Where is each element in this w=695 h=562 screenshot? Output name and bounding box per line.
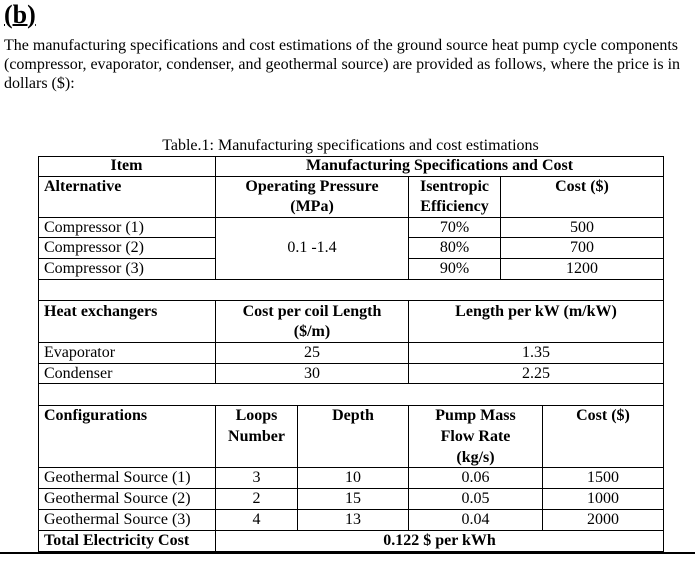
geothermal-loops: 2 — [252, 490, 261, 507]
table-border-right — [663, 156, 664, 552]
geothermal-flow: 0.04 — [461, 511, 490, 528]
header-group: Manufacturing Specifications and Cost — [305, 157, 574, 174]
geothermal-flow: 0.05 — [461, 490, 490, 507]
exchanger-name: Evaporator — [44, 344, 116, 361]
col-flow-line3: (kg/s) — [456, 449, 495, 466]
geothermal-loops: 4 — [252, 511, 261, 528]
col-pressure-line2: (MPa) — [290, 198, 334, 215]
compressor-name: Compressor (2) — [44, 239, 144, 256]
geothermal-cost: 2000 — [587, 511, 619, 528]
col-length-per-kw: Length per kW (m/kW) — [455, 303, 617, 320]
compressor-efficiency: 90% — [439, 260, 470, 277]
col-configurations: Configurations — [44, 407, 148, 424]
col-compressor-cost: Cost ($) — [555, 178, 609, 195]
bottom-rule — [0, 552, 695, 554]
col-geothermal-cost: Cost ($) — [576, 407, 630, 424]
compressor-efficiency: 70% — [439, 219, 470, 236]
h-divider — [38, 279, 664, 280]
exchanger-length-per-kw: 2.25 — [522, 365, 550, 382]
exchanger-length-per-kw: 1.35 — [522, 344, 550, 361]
h-divider — [38, 300, 664, 301]
compressor-cost: 700 — [570, 239, 594, 256]
compressor-name: Compressor (3) — [44, 260, 144, 277]
geothermal-depth: 15 — [345, 490, 361, 507]
col-flow-line1: Pump Mass — [435, 407, 516, 424]
col-coil-cost-line1: Cost per coil Length — [242, 303, 382, 320]
compressor-cost: 1200 — [566, 260, 598, 277]
geothermal-name: Geothermal Source (3) — [44, 511, 191, 528]
geothermal-cost: 1000 — [587, 490, 619, 507]
col-depth: Depth — [332, 407, 374, 424]
col-flow-line2: Flow Rate — [440, 428, 511, 445]
col-heat-exchangers: Heat exchangers — [44, 303, 158, 320]
col-loops-line2: Number — [228, 428, 285, 445]
col-coil-cost-line2: ($/m) — [293, 323, 331, 340]
geothermal-depth: 13 — [345, 511, 361, 528]
geothermal-name: Geothermal Source (1) — [44, 469, 191, 486]
col-pressure-line1: Operating Pressure — [245, 178, 379, 195]
compressor-efficiency: 80% — [439, 239, 470, 256]
col-efficiency-line1: Isentropic — [419, 178, 490, 195]
section-heading: (b) — [4, 0, 36, 29]
exchanger-cost-per-m: 25 — [304, 344, 320, 361]
compressor-cost: 500 — [570, 219, 594, 236]
operating-pressure-range: 0.1 -1.4 — [287, 239, 337, 256]
header-item: Item — [110, 157, 143, 174]
geothermal-cost: 1500 — [587, 469, 619, 486]
table-caption: Table.1: Manufacturing specifications an… — [162, 137, 539, 154]
compressor-name: Compressor (1) — [44, 219, 144, 236]
geothermal-depth: 10 — [345, 469, 361, 486]
col-alternative: Alternative — [44, 178, 122, 195]
geothermal-flow: 0.06 — [461, 469, 490, 486]
col-efficiency-line2: Efficiency — [420, 198, 489, 215]
geothermal-loops: 3 — [252, 469, 261, 486]
intro-paragraph: The manufacturing specifications and cos… — [4, 37, 681, 92]
electricity-label: Total Electricity Cost — [44, 532, 190, 549]
geothermal-name: Geothermal Source (2) — [44, 490, 191, 507]
exchanger-cost-per-m: 30 — [304, 365, 320, 382]
electricity-value: 0.122 $ per kWh — [383, 532, 496, 549]
exchanger-name: Condenser — [44, 365, 113, 382]
col-loops-line1: Loops — [235, 407, 278, 424]
